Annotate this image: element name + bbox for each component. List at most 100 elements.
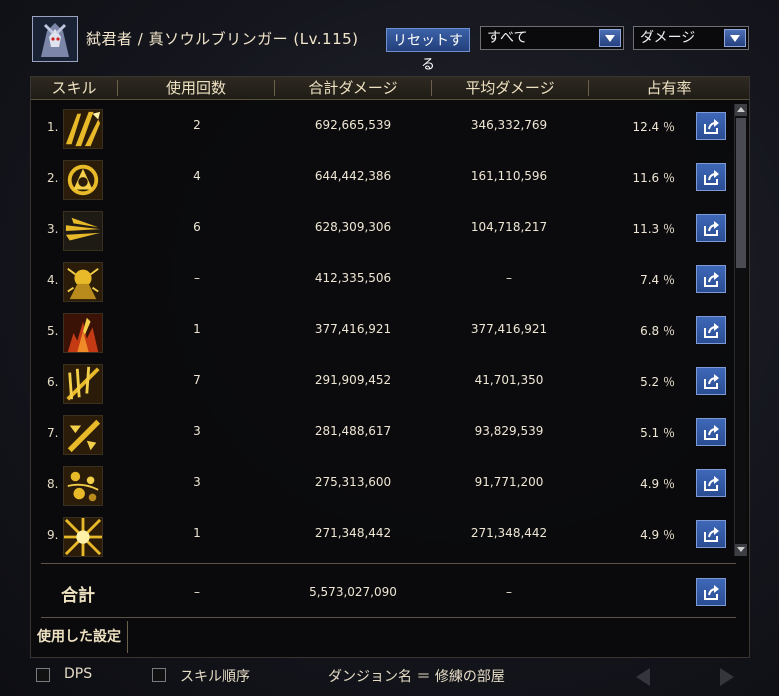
metric-select-value: ダメージ (640, 30, 696, 46)
skill-order-checkbox[interactable] (152, 668, 166, 682)
share-button[interactable] (696, 367, 726, 395)
row-rank: 5. (47, 324, 59, 338)
row-uses: – (194, 271, 200, 285)
header-bar: 弑君者 / 真ソウルブリンガー (Lv.115) リセットする すべて ダメージ (0, 0, 779, 78)
scroll-up-icon[interactable] (735, 104, 747, 116)
share-button[interactable] (696, 520, 726, 548)
share-icon (704, 585, 719, 600)
row-rank: 8. (47, 477, 59, 491)
skill-icon-1 (63, 109, 103, 149)
row-total-damage: 412,335,506 (314, 271, 392, 285)
skill-icon-7 (63, 415, 103, 455)
row-total-damage: 692,665,539 (314, 118, 392, 132)
row-uses: 2 (193, 118, 201, 132)
skill-order-label: スキル順序 (180, 669, 250, 685)
column-header-total-damage: 合計ダメージ (308, 79, 398, 97)
used-settings-label: 使用した設定 (37, 621, 128, 653)
row-average-damage: – (506, 271, 512, 285)
filter-select-value: すべて (487, 30, 528, 46)
row-share: 5.2 ％ (640, 375, 675, 389)
share-button[interactable] (696, 112, 726, 140)
row-share: 11.3 ％ (632, 222, 675, 236)
totals-label: 合計 (61, 586, 95, 606)
skill-icon-4 (63, 262, 103, 302)
row-uses: 1 (193, 526, 201, 540)
share-button[interactable] (696, 469, 726, 497)
share-icon (704, 221, 719, 236)
share-icon (704, 119, 719, 134)
row-uses: 4 (193, 169, 201, 183)
share-icon (704, 272, 719, 287)
reset-button[interactable]: リセットする (386, 28, 470, 73)
table-row: 3. 6 628,309,306 104,718,217 11.3 ％ (31, 202, 731, 253)
character-name: 弑君者 / 真ソウルブリンガー (Lv.115) (86, 30, 359, 48)
row-total-damage: 275,313,600 (314, 475, 392, 489)
character-portrait (32, 16, 78, 62)
prev-arrow-icon[interactable] (636, 668, 650, 686)
chevron-down-icon[interactable] (724, 29, 746, 47)
row-average-damage: 161,110,596 (470, 169, 548, 183)
row-uses: 6 (193, 220, 201, 234)
share-icon (704, 476, 719, 491)
share-button[interactable] (696, 214, 726, 242)
row-share: 7.4 ％ (640, 273, 675, 287)
table-row: 6. 7 291,909,452 41,701,350 5.2 ％ (31, 355, 731, 406)
share-icon (704, 323, 719, 338)
row-rank: 3. (47, 222, 59, 236)
row-share: 4.9 ％ (640, 477, 675, 491)
share-icon (704, 527, 719, 542)
row-share: 4.9 ％ (640, 528, 675, 542)
row-average-damage: 104,718,217 (470, 220, 548, 234)
column-header-skill: スキル (51, 79, 97, 97)
share-icon (704, 170, 719, 185)
row-rank: 9. (47, 528, 59, 542)
column-header-average-damage: 平均ダメージ (465, 79, 555, 97)
share-button[interactable] (696, 418, 726, 446)
scroll-down-icon[interactable] (735, 544, 747, 556)
row-average-damage: 377,416,921 (470, 322, 548, 336)
next-arrow-icon[interactable] (720, 668, 734, 686)
share-button[interactable] (696, 163, 726, 191)
share-button[interactable] (696, 265, 726, 293)
damage-stats-panel: スキル 使用回数 合計ダメージ 平均ダメージ 占有率 1. 2 692,665,… (30, 76, 750, 658)
metric-select[interactable]: ダメージ (633, 26, 749, 50)
scrollbar-thumb[interactable] (736, 118, 746, 268)
row-uses: 3 (193, 475, 201, 489)
skill-icon-5 (63, 313, 103, 353)
row-total-damage: 644,442,386 (314, 169, 392, 183)
share-button[interactable] (696, 316, 726, 344)
row-average-damage: 93,829,539 (474, 424, 544, 438)
footer-bar: DPS スキル順序 ダンジョン名 ＝ 修練の部屋 (0, 660, 779, 696)
dps-checkbox[interactable] (36, 668, 50, 682)
totals-share-button[interactable] (696, 578, 726, 606)
table-row: 7. 3 281,488,617 93,829,539 5.1 ％ (31, 406, 731, 457)
divider (41, 617, 736, 618)
table-row: 4. – 412,335,506 – 7.4 ％ (31, 253, 731, 304)
skill-icon-9 (63, 517, 103, 557)
table-scrollbar[interactable] (734, 104, 747, 556)
row-total-damage: 628,309,306 (314, 220, 392, 234)
skill-icon-8 (63, 466, 103, 506)
row-total-damage: 377,416,921 (314, 322, 392, 336)
row-rank: 2. (47, 171, 59, 185)
row-uses: 3 (193, 424, 201, 438)
table-row: 5. 1 377,416,921 377,416,921 6.8 ％ (31, 304, 731, 355)
row-uses: 1 (193, 322, 201, 336)
table-header: スキル 使用回数 合計ダメージ 平均ダメージ 占有率 (31, 77, 749, 100)
dungeon-name: ダンジョン名 ＝ 修練の部屋 (328, 669, 505, 685)
row-average-damage: 271,348,442 (470, 526, 548, 540)
totals-uses: – (194, 585, 200, 599)
share-icon (704, 374, 719, 389)
row-total-damage: 281,488,617 (314, 424, 392, 438)
table-row: 8. 3 275,313,600 91,771,200 4.9 ％ (31, 457, 731, 508)
dps-label: DPS (64, 666, 93, 682)
table-row: 2. 4 644,442,386 161,110,596 11.6 ％ (31, 151, 731, 202)
row-uses: 7 (193, 373, 201, 387)
skill-icon-3 (63, 211, 103, 251)
table-row: 9. 1 271,348,442 271,348,442 4.9 ％ (31, 508, 731, 559)
chevron-down-icon[interactable] (599, 29, 621, 47)
row-average-damage: 346,332,769 (470, 118, 548, 132)
filter-select[interactable]: すべて (480, 26, 624, 50)
totals-total-damage: 5,573,027,090 (309, 585, 397, 599)
column-header-share: 占有率 (646, 79, 692, 97)
